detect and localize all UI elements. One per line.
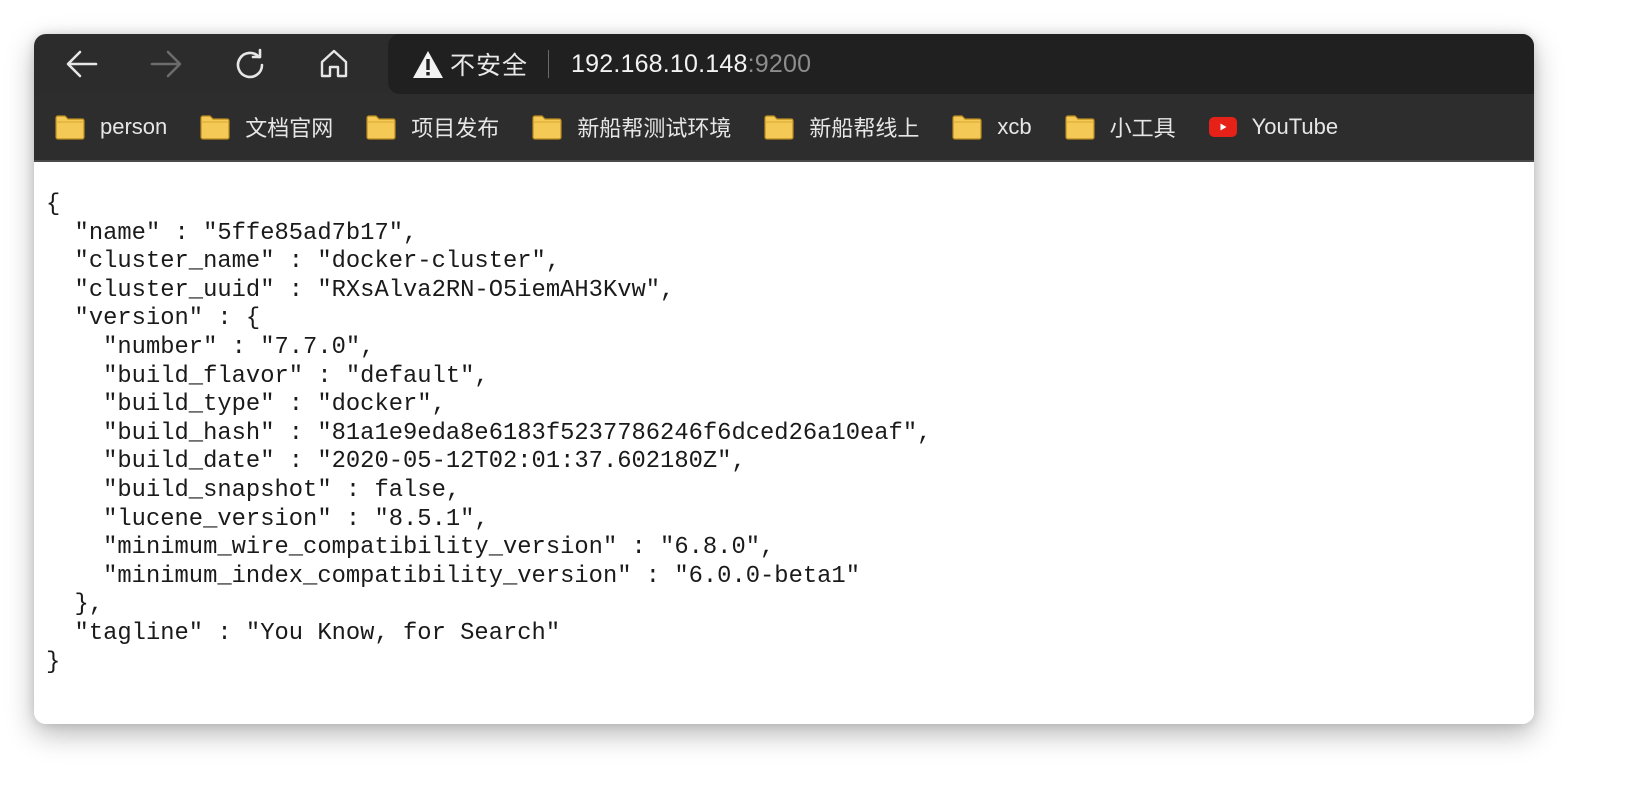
bookmark-tools[interactable]: 小工具 xyxy=(1064,111,1176,143)
bookmark-label: xcb xyxy=(997,114,1032,139)
bookmark-xcb[interactable]: xcb xyxy=(951,114,1032,140)
back-button[interactable] xyxy=(64,46,100,82)
reload-button[interactable] xyxy=(232,46,268,82)
json-line: "build_snapshot" : false, xyxy=(46,476,461,504)
json-response: { "name" : "5ffe85ad7b17", "cluster_name… xyxy=(46,191,931,677)
json-line: "tagline" : "You Know, for Search" xyxy=(46,619,561,647)
json-line: "number" : "7.7.0", xyxy=(46,333,375,361)
forward-button[interactable] xyxy=(148,46,184,82)
folder-icon xyxy=(1064,115,1095,140)
json-line: "cluster_uuid" : "RXsAlva2RN-O5iemAH3Kvw… xyxy=(46,276,675,304)
warning-triangle-icon[interactable] xyxy=(412,49,446,79)
bookmark-label: 小工具 xyxy=(1109,116,1176,141)
url-port: :9200 xyxy=(747,49,812,78)
bookmark-person[interactable]: person xyxy=(54,114,167,140)
bookmark-label: YouTube xyxy=(1251,114,1339,139)
json-line: "version" : { xyxy=(46,305,261,333)
json-line: "build_type" : "docker", xyxy=(46,391,446,419)
bookmark-label: 文档官网 xyxy=(245,116,334,141)
security-status-label[interactable]: 不安全 xyxy=(450,46,528,82)
folder-icon xyxy=(366,115,396,140)
home-button[interactable] xyxy=(316,46,352,82)
bookmark-youtube[interactable]: YouTube xyxy=(1208,114,1338,140)
bookmarks-bar: person 文档官网 项目发布 新船帮测试环境 新船帮线上 xcb 小工具 Y… xyxy=(34,94,1534,162)
json-line: "build_date" : "2020-05-12T02:01:37.6021… xyxy=(46,448,746,476)
json-line: "build_hash" : "81a1e9eda8e6183f52377862… xyxy=(46,419,932,447)
bookmark-xcb-test-env[interactable]: 新船帮测试环境 xyxy=(531,111,731,143)
json-line: "cluster_name" : "docker-cluster", xyxy=(46,248,561,276)
browser-toolbar: 不安全 192.168.10.148:9200 xyxy=(34,34,1534,94)
address-bar[interactable]: 不安全 192.168.10.148:9200 xyxy=(388,34,1534,94)
forward-arrow-icon xyxy=(150,50,182,78)
folder-icon xyxy=(952,115,982,140)
json-line: { xyxy=(46,191,61,218)
folder-icon xyxy=(764,115,794,140)
reload-icon xyxy=(236,48,264,79)
json-line: "build_flavor" : "default", xyxy=(46,362,489,390)
youtube-icon xyxy=(1208,117,1237,137)
url-host: 192.168.10.148 xyxy=(571,49,748,78)
json-line: "minimum_index_compatibility_version" : … xyxy=(46,562,860,590)
bookmark-label: person xyxy=(100,114,168,139)
url-text[interactable]: 192.168.10.148:9200 xyxy=(571,50,811,79)
address-divider xyxy=(548,50,550,78)
json-line: "lucene_version" : "8.5.1", xyxy=(46,505,489,533)
bookmark-label: 项目发布 xyxy=(411,116,500,141)
json-line: "minimum_wire_compatibility_version" : "… xyxy=(46,534,775,562)
back-arrow-icon xyxy=(66,50,98,78)
bookmark-label: 新船帮测试环境 xyxy=(577,116,732,141)
json-line: } xyxy=(46,648,61,676)
bookmark-docs[interactable]: 文档官网 xyxy=(199,111,333,143)
folder-icon xyxy=(532,115,562,140)
json-line: "name" : "5ffe85ad7b17", xyxy=(46,219,418,247)
home-icon xyxy=(320,49,348,78)
folder-icon xyxy=(200,115,230,140)
json-line: }, xyxy=(46,591,104,619)
bookmark-label: 新船帮线上 xyxy=(809,116,920,141)
bookmark-project-release[interactable]: 项目发布 xyxy=(365,111,499,143)
folder-icon xyxy=(55,115,85,140)
bookmark-xcb-online[interactable]: 新船帮线上 xyxy=(763,111,919,143)
browser-window: 不安全 192.168.10.148:9200 person 文档官网 项目发布… xyxy=(34,34,1534,724)
page-content: { "name" : "5ffe85ad7b17", "cluster_name… xyxy=(34,164,1534,724)
